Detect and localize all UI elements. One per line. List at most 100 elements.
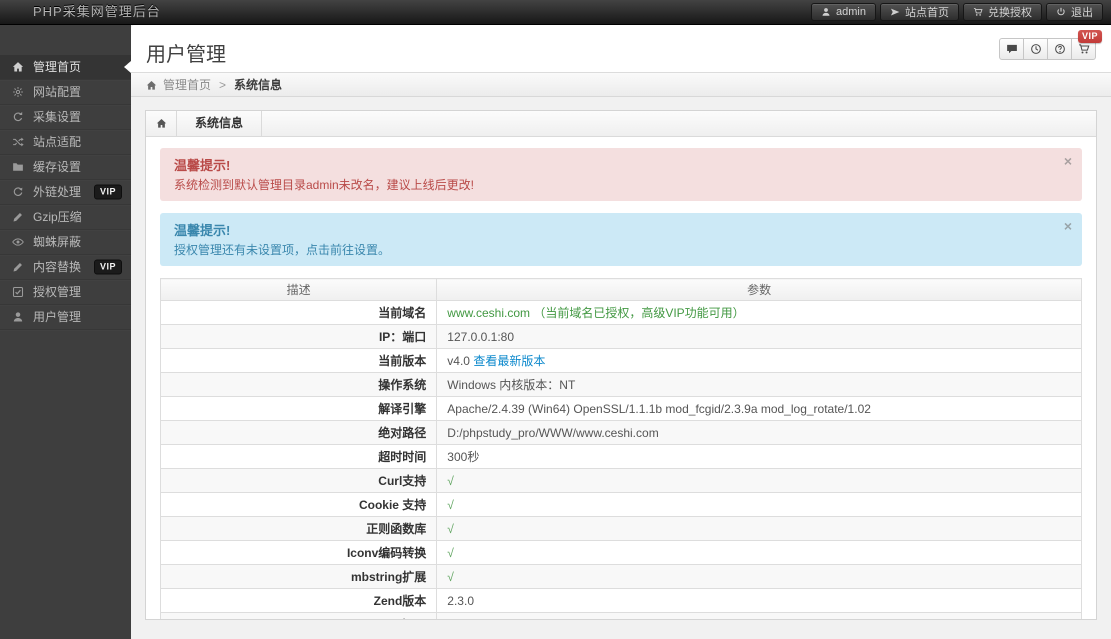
alert-message: 授权管理还有未设置项，点击前往设置。	[174, 241, 1052, 258]
value-text: 300秒	[447, 450, 479, 464]
value-text: Windows 内核版本：NT	[447, 378, 575, 392]
row-label: Cookie 支持	[161, 493, 437, 517]
sidebar-item-label: 管理首页	[33, 60, 81, 74]
sidebar-item-home[interactable]: 管理首页	[0, 55, 131, 80]
row-label: 超时时间	[161, 445, 437, 469]
eye-icon	[12, 236, 24, 248]
row-value: Windows 内核版本：NT	[437, 373, 1082, 397]
table-row: mbstring扩展√	[161, 565, 1082, 589]
sidebar-item-label: 外链处理	[33, 185, 81, 199]
row-value: v4.0 查看最新版本	[437, 349, 1082, 373]
table-row: 超时时间 300秒	[161, 445, 1082, 469]
table-row: Cookie 支持 √	[161, 493, 1082, 517]
row-value: 2.3.0	[437, 589, 1082, 613]
row-label: Curl支持	[161, 469, 437, 493]
content-box: 系统信息 温馨提示! 系统检测到默认管理目录admin未改名，建议上线后更改! …	[145, 110, 1097, 620]
sidebar-item-gzip[interactable]: Gzip压缩	[0, 205, 131, 230]
sidebar-item-label: 内容替换	[33, 260, 81, 274]
table-row: ZendGuardLoader[启用]×	[161, 613, 1082, 621]
loop-icon	[12, 186, 24, 198]
breadcrumb-separator: >	[219, 78, 226, 92]
sidebar-item-collect-settings[interactable]: 采集设置	[0, 105, 131, 130]
value-text: www.ceshi.com （当前域名已授权，高级VIP功能可用）	[447, 306, 744, 320]
row-label: ZendGuardLoader[启用]	[161, 613, 437, 621]
value-text: v4.0	[447, 354, 473, 368]
power-icon	[1056, 7, 1066, 17]
value-text: √	[447, 498, 454, 512]
topbar-item-exchange-license[interactable]: 兑换授权	[963, 3, 1042, 21]
page-header: 用户管理 VIP	[131, 25, 1111, 72]
table-row: 正则函数库√	[161, 517, 1082, 541]
value-link[interactable]: 查看最新版本	[473, 354, 545, 368]
vip-badge: VIP	[94, 185, 122, 200]
tab-home[interactable]	[146, 111, 177, 136]
app-logo: PHP采集网管理后台	[33, 0, 161, 24]
row-label: Iconv编码转换	[161, 541, 437, 565]
page-title: 用户管理	[131, 25, 1111, 67]
system-info-table: 描述 参数 当前域名www.ceshi.com （当前域名已授权，高级VIP功能…	[160, 278, 1082, 620]
value-text: √	[447, 474, 454, 488]
topbar-item-site-home[interactable]: 站点首页	[880, 3, 959, 21]
active-arrow	[124, 61, 131, 73]
close-icon[interactable]: ×	[1064, 154, 1072, 168]
value-text: √	[447, 522, 454, 536]
sidebar: 管理首页网站配置采集设置站点适配缓存设置外链处理 VIP Gzip压缩蜘蛛屏蔽内容替…	[0, 25, 131, 639]
cart-icon	[1078, 43, 1090, 55]
close-icon[interactable]: ×	[1064, 219, 1072, 233]
table-row: 解译引擎Apache/2.4.39 (Win64) OpenSSL/1.1.1b…	[161, 397, 1082, 421]
column-header-description: 描述	[161, 279, 437, 301]
row-label: IP：端口	[161, 325, 437, 349]
header-buttons: VIP	[1000, 38, 1096, 60]
row-value: √	[437, 517, 1082, 541]
tabstrip: 系统信息	[146, 111, 1096, 137]
sidebar-item-label: 网站配置	[33, 85, 81, 99]
message-button[interactable]	[999, 38, 1024, 60]
topbar-item-label: 兑换授权	[988, 4, 1032, 20]
tab-system-info[interactable]: 系统信息	[177, 111, 262, 136]
history-button[interactable]	[1023, 38, 1048, 60]
sidebar-item-content-replace[interactable]: 内容替换VIP	[0, 255, 131, 280]
value-text: 2.3.0	[447, 594, 474, 608]
store-button[interactable]: VIP	[1071, 38, 1096, 60]
row-label: 当前域名	[161, 301, 437, 325]
row-value: 300秒	[437, 445, 1082, 469]
sidebar-item-spider-block[interactable]: 蜘蛛屏蔽	[0, 230, 131, 255]
topbar-item-label: 站点首页	[905, 4, 949, 20]
row-label: Zend版本	[161, 589, 437, 613]
table-row: 当前域名 www.ceshi.com （当前域名已授权，高级VIP功能可用）	[161, 301, 1082, 325]
breadcrumb-home-link[interactable]: 管理首页	[163, 78, 211, 92]
sidebar-item-site-config[interactable]: 网站配置	[0, 80, 131, 105]
sidebar-item-license-manage[interactable]: 授权管理	[0, 280, 131, 305]
value-text: 127.0.0.1:80	[447, 330, 514, 344]
alert-title: 温馨提示!	[174, 220, 1052, 239]
alerts: 温馨提示! 系统检测到默认管理目录admin未改名，建议上线后更改! × 温馨提…	[146, 137, 1096, 266]
table-row: 当前版本v4.0 查看最新版本	[161, 349, 1082, 373]
sidebar-item-label: 采集设置	[33, 110, 81, 124]
value-text: Apache/2.4.39 (Win64) OpenSSL/1.1.1b mod…	[447, 402, 871, 416]
row-label: 当前版本	[161, 349, 437, 373]
table-row: Iconv编码转换√	[161, 541, 1082, 565]
sidebar-item-label: 蜘蛛屏蔽	[33, 235, 81, 249]
cart-icon	[973, 7, 983, 17]
sidebar-item-cache-settings[interactable]: 缓存设置	[0, 155, 131, 180]
question-icon	[1054, 43, 1066, 55]
breadcrumb-current: 系统信息	[234, 78, 282, 92]
row-value: D:/phpstudy_pro/WWW/www.ceshi.com	[437, 421, 1082, 445]
table-row: 绝对路径D:/phpstudy_pro/WWW/www.ceshi.com	[161, 421, 1082, 445]
alert-message: 系统检测到默认管理目录admin未改名，建议上线后更改!	[174, 176, 1052, 193]
sidebar-item-site-adapt[interactable]: 站点适配	[0, 130, 131, 155]
help-button[interactable]	[1047, 38, 1072, 60]
row-value: 127.0.0.1:80	[437, 325, 1082, 349]
table-row: Zend版本 2.3.0	[161, 589, 1082, 613]
sidebar-item-user-manage[interactable]: 用户管理	[0, 305, 131, 330]
home-icon	[12, 61, 24, 73]
topbar-item-admin[interactable]: admin	[811, 3, 876, 21]
table-row: Curl支持 √	[161, 469, 1082, 493]
table-body: 当前域名 www.ceshi.com （当前域名已授权，高级VIP功能可用） IP：…	[161, 301, 1082, 621]
sidebar-menu: 管理首页网站配置采集设置站点适配缓存设置外链处理 VIP Gzip压缩蜘蛛屏蔽内容替…	[0, 25, 131, 330]
topbar-item-logout[interactable]: 退出	[1046, 3, 1103, 21]
row-value: √	[437, 493, 1082, 517]
row-label: 操作系统	[161, 373, 437, 397]
sidebar-item-external-links[interactable]: 外链处理 VIP	[0, 180, 131, 205]
check-square-icon	[12, 286, 24, 298]
